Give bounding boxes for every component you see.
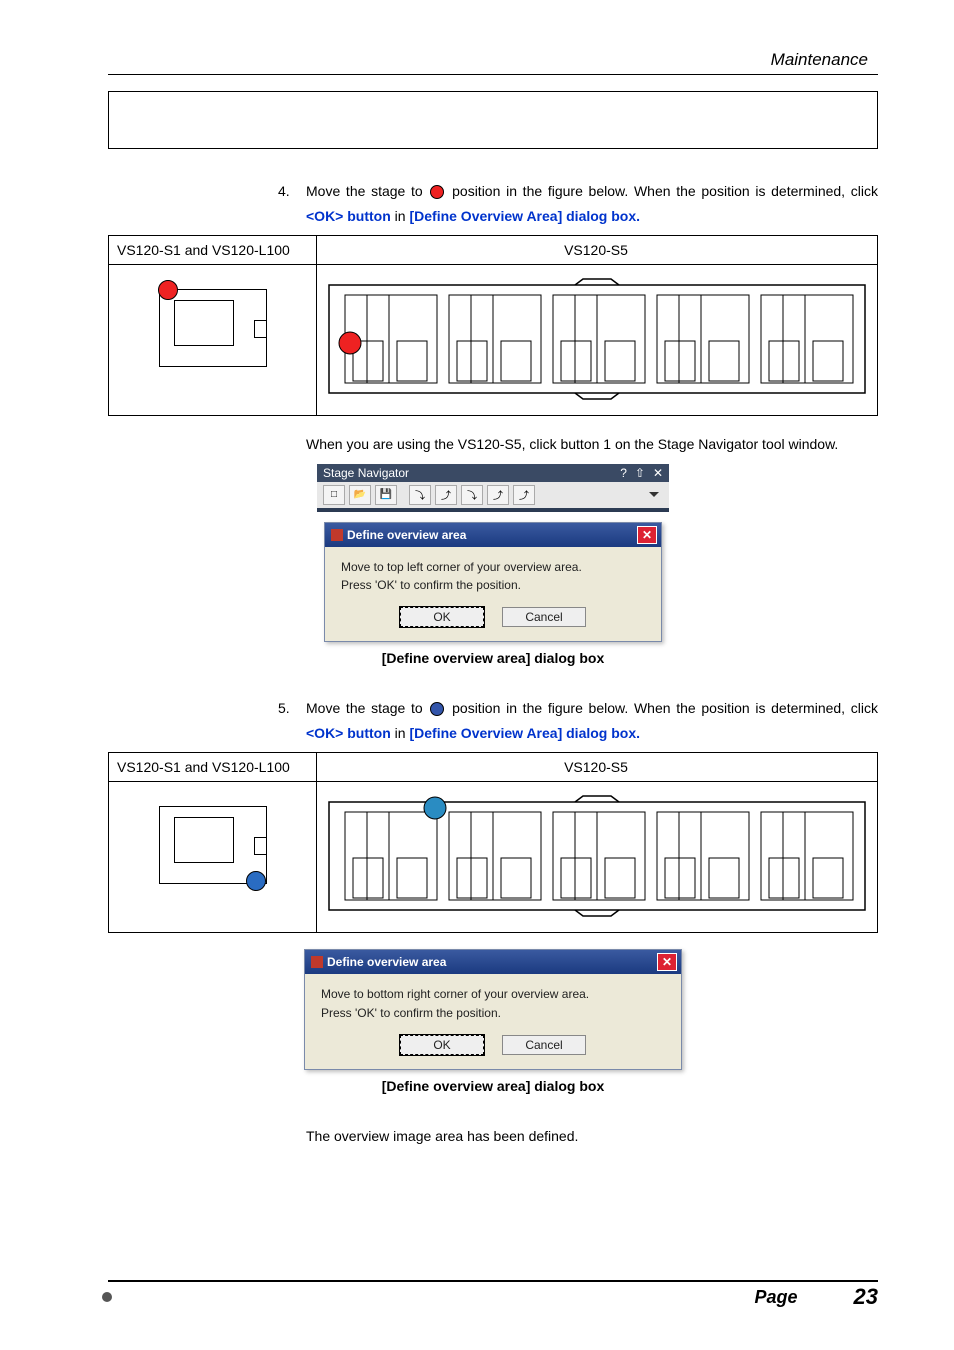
step-4-number: 4. (278, 179, 306, 229)
blue-dot-icon (430, 702, 444, 716)
header-rule (108, 74, 878, 75)
toolbar-button-8[interactable]: ⤴ (513, 485, 535, 505)
figure-table-2: VS120-S1 and VS120-L100 VS120-S5 (108, 752, 878, 933)
step-5-text: Move the stage to position in the figure… (306, 696, 878, 746)
footer-page-label: Page (754, 1287, 797, 1308)
figure-caption-1: [Define overview area] dialog box (108, 650, 878, 666)
dialog-close-button[interactable]: ✕ (657, 953, 677, 971)
toolbar-button-open[interactable]: 📂 (349, 485, 371, 505)
define-overview-area-dialog: Define overview area ✕ Move to bottom ri… (304, 949, 682, 1069)
define-overview-area-dialog: Define overview area ✕ Move to top left … (324, 522, 662, 642)
page-footer: Page 23 (108, 1280, 878, 1310)
stage-navigator-title: Stage Navigator (323, 466, 409, 480)
footer-dot-icon (102, 1292, 112, 1302)
dialog-title-text: Define overview area (347, 528, 466, 542)
red-marker-icon (158, 280, 178, 300)
step-4-text: Move the stage to position in the figure… (306, 179, 878, 229)
ok-button[interactable]: OK (400, 607, 484, 627)
dialog-close-button[interactable]: ✕ (637, 526, 657, 544)
ok-button[interactable]: OK (400, 1035, 484, 1055)
dialog-title-text: Define overview area (327, 955, 446, 969)
step-4-note: When you are using the VS120-S5, click b… (306, 432, 878, 457)
toolbar-button-4[interactable]: ⤵ (409, 485, 431, 505)
figure-table-1: VS120-S1 and VS120-L100 VS120-S5 (108, 235, 878, 416)
dialog-message-line2: Press 'OK' to confirm the position. (341, 577, 645, 593)
toolbar-button-6[interactable]: ⤵ (461, 485, 483, 505)
blue-marker-icon (246, 871, 266, 891)
conclusion-text: The overview image area has been defined… (306, 1124, 878, 1149)
step-5-number: 5. (278, 696, 306, 746)
multi-slide-holder (327, 794, 867, 918)
red-marker-icon (339, 332, 361, 354)
toolbar-button-save[interactable]: 💾 (375, 485, 397, 505)
table-header-left: VS120-S1 and VS120-L100 (109, 236, 317, 265)
page-header-section: Maintenance (108, 50, 878, 70)
multi-slide-holder (327, 277, 867, 401)
stage-navigator-toolbar: □ 📂 💾 ⤵ ⤴ ⤵ ⤴ ⤴ (317, 482, 669, 508)
figure-caption-2: [Define overview area] dialog box (108, 1078, 878, 1094)
help-icon[interactable]: ? (620, 466, 627, 480)
blue-marker-icon (424, 797, 446, 819)
close-icon[interactable]: ✕ (653, 466, 663, 480)
table-header-right: VS120-S5 (317, 236, 878, 265)
dialog-message-line1: Move to top left corner of your overview… (341, 559, 645, 575)
footer-page-number: 23 (854, 1284, 878, 1310)
table-header-left: VS120-S1 and VS120-L100 (109, 753, 317, 782)
cancel-button[interactable]: Cancel (502, 607, 586, 627)
red-dot-icon (430, 185, 444, 199)
stage-navigator-panel: Stage Navigator ? ⇧ ✕ □ 📂 💾 ⤵ ⤴ ⤵ ⤴ ⤴ (317, 464, 669, 512)
cancel-button[interactable]: Cancel (502, 1035, 586, 1055)
pin-icon[interactable]: ⇧ (635, 466, 645, 480)
header-empty-box (108, 91, 878, 149)
single-slide-holder (159, 289, 267, 367)
app-icon (311, 956, 323, 968)
table-header-right: VS120-S5 (317, 753, 878, 782)
toolbar-button-1[interactable]: □ (323, 485, 345, 505)
app-icon (331, 529, 343, 541)
dialog-message-line2: Press 'OK' to confirm the position. (321, 1005, 665, 1021)
dialog-message-line1: Move to bottom right corner of your over… (321, 986, 665, 1002)
toolbar-button-5[interactable]: ⤴ (435, 485, 457, 505)
toolbar-button-7[interactable]: ⤴ (487, 485, 509, 505)
single-slide-holder (159, 806, 267, 884)
dropdown-icon[interactable] (649, 492, 659, 497)
